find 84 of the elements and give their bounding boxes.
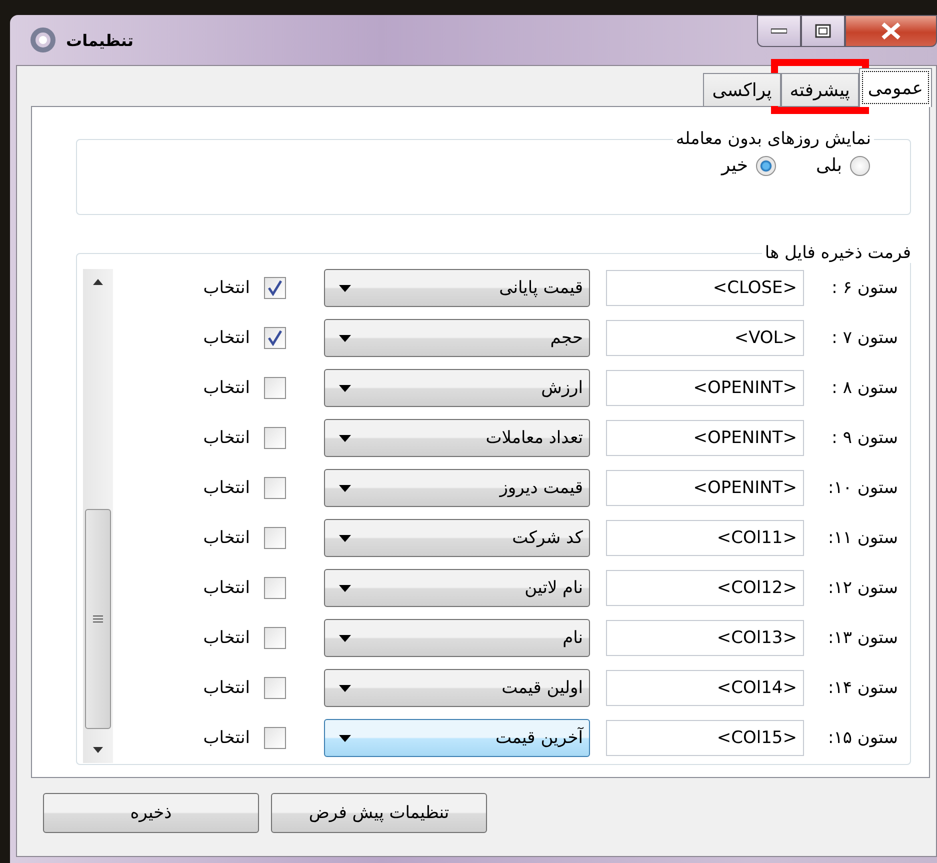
column-label: ستون ۷ : xyxy=(830,328,899,348)
checkbox-label: انتخاب xyxy=(203,628,250,648)
close-button[interactable] xyxy=(845,15,937,47)
caret-icon xyxy=(339,634,351,642)
dropdown[interactable]: اولین قیمت xyxy=(324,669,590,707)
scroll-up-icon[interactable] xyxy=(93,279,103,285)
dropdown[interactable]: نام xyxy=(324,619,590,657)
maximize-button[interactable] xyxy=(801,15,845,47)
check-icon xyxy=(267,330,283,346)
window-title: تنظیمات xyxy=(66,30,134,50)
ring-logo-icon xyxy=(30,27,56,53)
checkbox[interactable] xyxy=(264,277,286,299)
caret-icon xyxy=(339,384,351,392)
checkbox-label: انتخاب xyxy=(203,328,250,348)
scroll-down-icon[interactable] xyxy=(93,747,103,753)
text-field[interactable]: <COl11> xyxy=(606,520,804,556)
column-label: ستون ۱۱: xyxy=(826,528,899,548)
checkbox-label: انتخاب xyxy=(203,528,250,548)
minimize-button[interactable] xyxy=(757,15,801,47)
caret-icon xyxy=(339,584,351,592)
checkbox-label: انتخاب xyxy=(203,678,250,698)
dropdown[interactable]: نام لاتین xyxy=(324,569,590,607)
dropdown[interactable]: قیمت پایانی xyxy=(324,269,590,307)
caret-icon xyxy=(339,484,351,492)
dropdown[interactable]: آخرین قیمت xyxy=(324,719,590,757)
text-field[interactable]: <OPENINT> xyxy=(606,470,804,506)
checkbox-label: انتخاب xyxy=(203,728,250,748)
checkbox-label: انتخاب xyxy=(203,278,250,298)
column-label: ستون ۱۲: xyxy=(826,578,899,598)
text-field[interactable]: <COl15> xyxy=(606,720,804,756)
dropdown[interactable]: قیمت دیروز xyxy=(324,469,590,507)
scrollbar-thumb[interactable] xyxy=(85,509,111,729)
tab[interactable]: پیشرفته xyxy=(780,73,859,106)
text-field[interactable]: <COl13> xyxy=(606,620,804,656)
caret-icon xyxy=(339,434,351,442)
checkbox[interactable] xyxy=(264,727,286,749)
column-label: ستون ۱۵: xyxy=(826,728,899,748)
defaults-button[interactable]: تنظیمات پیش فرض xyxy=(271,793,487,833)
group-title: فرمت ذخیره فایل ها xyxy=(764,243,912,263)
dropdown[interactable]: تعداد معاملات xyxy=(324,419,590,457)
radio-button[interactable]: خیر xyxy=(722,155,776,176)
caret-icon xyxy=(339,734,351,742)
text-field[interactable]: <OPENINT> xyxy=(606,420,804,456)
text-field[interactable]: <COl14> xyxy=(606,670,804,706)
text-field[interactable]: <COl12> xyxy=(606,570,804,606)
checkbox[interactable] xyxy=(264,327,286,349)
tab[interactable]: عمومی xyxy=(858,68,932,107)
checkbox-label: انتخاب xyxy=(203,578,250,598)
column-label: ستون ۹ : xyxy=(830,428,899,448)
caret-icon xyxy=(339,334,351,342)
checkbox[interactable] xyxy=(264,427,286,449)
column-label: ستون ۱۳: xyxy=(826,628,899,648)
checkbox[interactable] xyxy=(264,577,286,599)
minimize-icon xyxy=(771,28,787,34)
radio-button[interactable]: بلی xyxy=(816,155,870,176)
tab[interactable]: پراکسی xyxy=(703,73,781,106)
group-title: نمایش روزهای بدون معامله xyxy=(674,129,872,149)
column-label: ستون ۸ : xyxy=(830,378,899,398)
text-field[interactable]: <OPENINT> xyxy=(606,370,804,406)
column-label: ستون ۶ : xyxy=(830,278,899,298)
text-field[interactable]: <CLOSE> xyxy=(606,270,804,306)
caret-icon xyxy=(339,284,351,292)
checkbox[interactable] xyxy=(264,527,286,549)
checkbox[interactable] xyxy=(264,677,286,699)
dropdown[interactable]: حجم xyxy=(324,319,590,357)
maximize-icon xyxy=(815,24,831,38)
close-icon xyxy=(880,22,902,40)
caret-icon xyxy=(339,684,351,692)
text-field[interactable]: <VOL> xyxy=(606,320,804,356)
check-icon xyxy=(267,280,283,296)
checkbox[interactable] xyxy=(264,377,286,399)
save-button[interactable]: ذخیره xyxy=(43,793,259,833)
checkbox[interactable] xyxy=(264,627,286,649)
dropdown[interactable]: ارزش xyxy=(324,369,590,407)
checkbox-label: انتخاب xyxy=(203,478,250,498)
checkbox-label: انتخاب xyxy=(203,378,250,398)
caret-icon xyxy=(339,534,351,542)
scrollbar[interactable] xyxy=(83,269,113,763)
dropdown[interactable]: کد شرکت xyxy=(324,519,590,557)
checkbox-label: انتخاب xyxy=(203,428,250,448)
column-label: ستون ۱۰: xyxy=(826,478,899,498)
grip-icon xyxy=(93,614,103,624)
checkbox[interactable] xyxy=(264,477,286,499)
column-label: ستون ۱۴: xyxy=(826,678,899,698)
